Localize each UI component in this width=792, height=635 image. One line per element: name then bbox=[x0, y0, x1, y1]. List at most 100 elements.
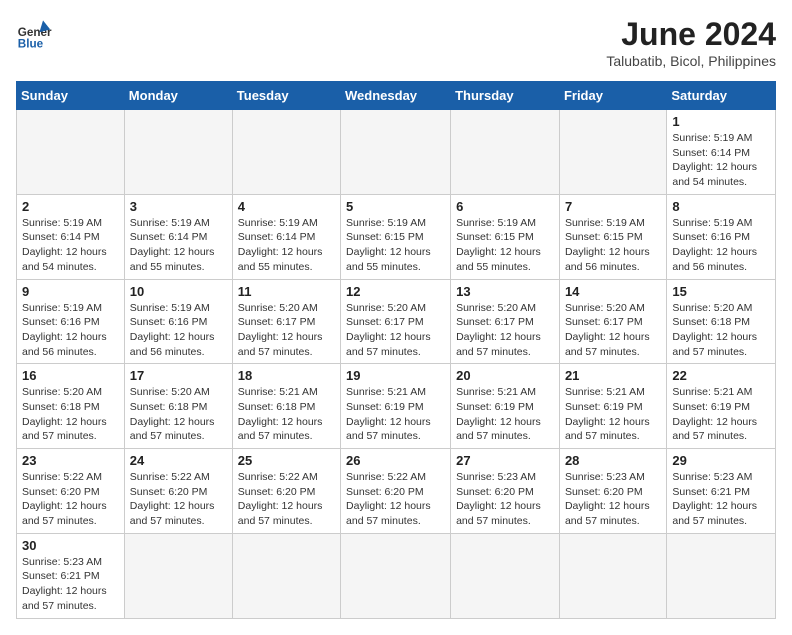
calendar-week-row: 2 Sunrise: 5:19 AM Sunset: 6:14 PM Daylig… bbox=[17, 194, 776, 279]
calendar-week-row: 23Sunrise: 5:22 AM Sunset: 6:20 PM Dayli… bbox=[17, 449, 776, 534]
month-title: June 2024 bbox=[606, 16, 776, 53]
calendar-cell bbox=[667, 533, 776, 618]
calendar-cell: 6 Sunrise: 5:19 AM Sunset: 6:15 PM Daylig… bbox=[451, 194, 560, 279]
calendar-cell: 16 Sunrise: 5:20 AM Sunset: 6:18 PM Dayli… bbox=[17, 364, 125, 449]
svg-text:Blue: Blue bbox=[18, 38, 44, 51]
calendar-week-row: 9 Sunrise: 5:19 AM Sunset: 6:16 PM Daylig… bbox=[17, 279, 776, 364]
day-number: 6 bbox=[456, 199, 554, 214]
calendar-cell: 15Sunrise: 5:20 AM Sunset: 6:18 PM Dayli… bbox=[667, 279, 776, 364]
day-info: Sunrise: 5:21 AM Sunset: 6:19 PM Dayligh… bbox=[565, 385, 661, 444]
calendar-week-row: 30 Sunrise: 5:23 AM Sunset: 6:21 PM Dayli… bbox=[17, 533, 776, 618]
calendar-cell: 20Sunrise: 5:21 AM Sunset: 6:19 PM Dayli… bbox=[451, 364, 560, 449]
calendar-cell: 2 Sunrise: 5:19 AM Sunset: 6:14 PM Daylig… bbox=[17, 194, 125, 279]
calendar-cell: 17Sunrise: 5:20 AM Sunset: 6:18 PM Dayli… bbox=[124, 364, 232, 449]
calendar-cell: 14 Sunrise: 5:20 AM Sunset: 6:17 PM Dayli… bbox=[559, 279, 666, 364]
day-info: Sunrise: 5:19 AM Sunset: 6:16 PM Dayligh… bbox=[672, 216, 770, 275]
day-info: Sunrise: 5:19 AM Sunset: 6:15 PM Dayligh… bbox=[565, 216, 661, 275]
day-number: 29 bbox=[672, 453, 770, 468]
calendar-cell: 30 Sunrise: 5:23 AM Sunset: 6:21 PM Dayli… bbox=[17, 533, 125, 618]
title-block: June 2024 Talubatib, Bicol, Philippines bbox=[606, 16, 776, 69]
day-info: Sunrise: 5:22 AM Sunset: 6:20 PM Dayligh… bbox=[130, 470, 227, 529]
calendar-cell: 23Sunrise: 5:22 AM Sunset: 6:20 PM Dayli… bbox=[17, 449, 125, 534]
day-info: Sunrise: 5:20 AM Sunset: 6:18 PM Dayligh… bbox=[130, 385, 227, 444]
calendar-header-row: SundayMondayTuesdayWednesdayThursdayFrid… bbox=[17, 82, 776, 110]
calendar-cell bbox=[341, 533, 451, 618]
day-info: Sunrise: 5:20 AM Sunset: 6:17 PM Dayligh… bbox=[456, 301, 554, 360]
day-number: 15 bbox=[672, 284, 770, 299]
calendar-cell bbox=[341, 110, 451, 195]
calendar-cell: 24 Sunrise: 5:22 AM Sunset: 6:20 PM Dayli… bbox=[124, 449, 232, 534]
logo-icon: General Blue bbox=[16, 16, 52, 52]
calendar-cell: 4 Sunrise: 5:19 AM Sunset: 6:14 PM Daylig… bbox=[232, 194, 340, 279]
day-number: 24 bbox=[130, 453, 227, 468]
day-info: Sunrise: 5:22 AM Sunset: 6:20 PM Dayligh… bbox=[238, 470, 335, 529]
calendar-cell: 25Sunrise: 5:22 AM Sunset: 6:20 PM Dayli… bbox=[232, 449, 340, 534]
day-number: 9 bbox=[22, 284, 119, 299]
calendar-cell: 12Sunrise: 5:20 AM Sunset: 6:17 PM Dayli… bbox=[341, 279, 451, 364]
day-number: 4 bbox=[238, 199, 335, 214]
day-info: Sunrise: 5:23 AM Sunset: 6:20 PM Dayligh… bbox=[565, 470, 661, 529]
calendar-week-row: 1Sunrise: 5:19 AM Sunset: 6:14 PM Daylig… bbox=[17, 110, 776, 195]
calendar-week-row: 16 Sunrise: 5:20 AM Sunset: 6:18 PM Dayli… bbox=[17, 364, 776, 449]
day-number: 8 bbox=[672, 199, 770, 214]
day-number: 28 bbox=[565, 453, 661, 468]
day-info: Sunrise: 5:22 AM Sunset: 6:20 PM Dayligh… bbox=[22, 470, 119, 529]
calendar-cell: 9 Sunrise: 5:19 AM Sunset: 6:16 PM Daylig… bbox=[17, 279, 125, 364]
day-info: Sunrise: 5:21 AM Sunset: 6:19 PM Dayligh… bbox=[672, 385, 770, 444]
day-number: 30 bbox=[22, 538, 119, 553]
col-header-friday: Friday bbox=[559, 82, 666, 110]
day-number: 1 bbox=[672, 114, 770, 129]
day-number: 21 bbox=[565, 368, 661, 383]
day-info: Sunrise: 5:19 AM Sunset: 6:14 PM Dayligh… bbox=[238, 216, 335, 275]
day-info: Sunrise: 5:19 AM Sunset: 6:14 PM Dayligh… bbox=[130, 216, 227, 275]
day-number: 2 bbox=[22, 199, 119, 214]
day-info: Sunrise: 5:20 AM Sunset: 6:18 PM Dayligh… bbox=[22, 385, 119, 444]
day-number: 16 bbox=[22, 368, 119, 383]
calendar-cell: 29 Sunrise: 5:23 AM Sunset: 6:21 PM Dayli… bbox=[667, 449, 776, 534]
calendar-cell: 19Sunrise: 5:21 AM Sunset: 6:19 PM Dayli… bbox=[341, 364, 451, 449]
day-number: 10 bbox=[130, 284, 227, 299]
calendar-cell: 27Sunrise: 5:23 AM Sunset: 6:20 PM Dayli… bbox=[451, 449, 560, 534]
calendar-cell: 10 Sunrise: 5:19 AM Sunset: 6:16 PM Dayli… bbox=[124, 279, 232, 364]
day-number: 3 bbox=[130, 199, 227, 214]
day-number: 20 bbox=[456, 368, 554, 383]
calendar-cell: 28 Sunrise: 5:23 AM Sunset: 6:20 PM Dayli… bbox=[559, 449, 666, 534]
day-info: Sunrise: 5:23 AM Sunset: 6:21 PM Dayligh… bbox=[672, 470, 770, 529]
calendar-cell: 3 Sunrise: 5:19 AM Sunset: 6:14 PM Daylig… bbox=[124, 194, 232, 279]
day-number: 22 bbox=[672, 368, 770, 383]
col-header-tuesday: Tuesday bbox=[232, 82, 340, 110]
col-header-sunday: Sunday bbox=[17, 82, 125, 110]
day-info: Sunrise: 5:19 AM Sunset: 6:16 PM Dayligh… bbox=[130, 301, 227, 360]
calendar-cell bbox=[124, 110, 232, 195]
day-info: Sunrise: 5:23 AM Sunset: 6:20 PM Dayligh… bbox=[456, 470, 554, 529]
day-number: 18 bbox=[238, 368, 335, 383]
calendar-cell: 1Sunrise: 5:19 AM Sunset: 6:14 PM Daylig… bbox=[667, 110, 776, 195]
day-info: Sunrise: 5:19 AM Sunset: 6:16 PM Dayligh… bbox=[22, 301, 119, 360]
day-number: 14 bbox=[565, 284, 661, 299]
day-info: Sunrise: 5:22 AM Sunset: 6:20 PM Dayligh… bbox=[346, 470, 445, 529]
calendar-cell bbox=[124, 533, 232, 618]
calendar-cell: 18 Sunrise: 5:21 AM Sunset: 6:18 PM Dayli… bbox=[232, 364, 340, 449]
day-info: Sunrise: 5:19 AM Sunset: 6:15 PM Dayligh… bbox=[456, 216, 554, 275]
day-info: Sunrise: 5:19 AM Sunset: 6:15 PM Dayligh… bbox=[346, 216, 445, 275]
day-number: 11 bbox=[238, 284, 335, 299]
calendar-cell: 22 Sunrise: 5:21 AM Sunset: 6:19 PM Dayli… bbox=[667, 364, 776, 449]
calendar-cell: 5Sunrise: 5:19 AM Sunset: 6:15 PM Daylig… bbox=[341, 194, 451, 279]
col-header-thursday: Thursday bbox=[451, 82, 560, 110]
calendar-table: SundayMondayTuesdayWednesdayThursdayFrid… bbox=[16, 81, 776, 619]
calendar-cell: 7Sunrise: 5:19 AM Sunset: 6:15 PM Daylig… bbox=[559, 194, 666, 279]
calendar-cell bbox=[17, 110, 125, 195]
day-info: Sunrise: 5:20 AM Sunset: 6:17 PM Dayligh… bbox=[565, 301, 661, 360]
calendar-cell: 11Sunrise: 5:20 AM Sunset: 6:17 PM Dayli… bbox=[232, 279, 340, 364]
day-number: 19 bbox=[346, 368, 445, 383]
day-info: Sunrise: 5:23 AM Sunset: 6:21 PM Dayligh… bbox=[22, 555, 119, 614]
calendar-cell bbox=[232, 533, 340, 618]
calendar-cell: 13Sunrise: 5:20 AM Sunset: 6:17 PM Dayli… bbox=[451, 279, 560, 364]
calendar-cell: 8 Sunrise: 5:19 AM Sunset: 6:16 PM Daylig… bbox=[667, 194, 776, 279]
calendar-cell bbox=[559, 110, 666, 195]
calendar-cell bbox=[559, 533, 666, 618]
logo: General Blue bbox=[16, 16, 52, 52]
day-info: Sunrise: 5:19 AM Sunset: 6:14 PM Dayligh… bbox=[22, 216, 119, 275]
col-header-wednesday: Wednesday bbox=[341, 82, 451, 110]
day-info: Sunrise: 5:21 AM Sunset: 6:18 PM Dayligh… bbox=[238, 385, 335, 444]
